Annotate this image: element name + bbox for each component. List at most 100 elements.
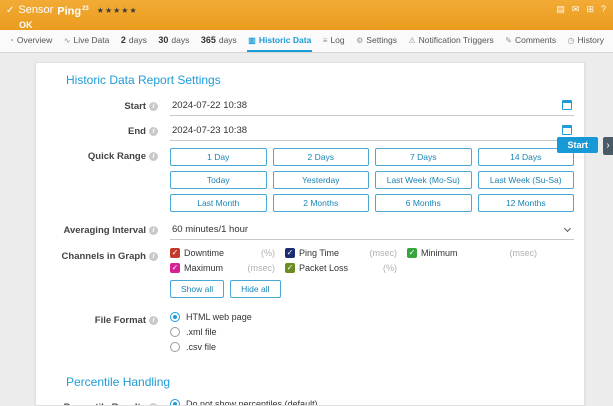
start-report-button[interactable]: Start (557, 137, 598, 153)
end-label: Endi (58, 123, 158, 137)
quick-range-7-days-button[interactable]: 7 Days (375, 148, 472, 166)
radio-selected-icon[interactable] (170, 399, 180, 406)
tab-notification-triggers[interactable]: ⚠ Notification Triggers (408, 30, 495, 52)
tab-historic-data[interactable]: ▥ Historic Data (247, 30, 312, 52)
info-icon[interactable]: i (149, 152, 158, 161)
percentile-results-label: Percentile Resultsi (58, 399, 158, 406)
file-format-option-xml[interactable]: .xml file (170, 327, 574, 337)
quick-range-grid: 1 Day 2 Days 7 Days 14 Days Today Yester… (170, 148, 574, 212)
start-date-row: Starti 2024-07-22 10:38 (58, 98, 574, 116)
tab-label: Overview (17, 35, 52, 45)
quick-range-yesterday-button[interactable]: Yesterday (273, 171, 370, 189)
tab-365-days[interactable]: 365 days (200, 30, 238, 52)
option-label: .xml file (186, 327, 217, 337)
radio-selected-icon[interactable] (170, 312, 180, 322)
collapse-panel-arrow[interactable]: › (603, 137, 613, 155)
info-icon[interactable]: i (149, 127, 158, 136)
tab-label: days (219, 35, 237, 45)
quick-range-12-months-button[interactable]: 12 Months (478, 194, 575, 212)
channel-ping-time[interactable]: ✓ Ping Time (msec) (285, 248, 397, 258)
bell-icon: ⚠ (409, 36, 416, 45)
priority-stars[interactable]: ★★★★★ (97, 4, 138, 17)
channel-minimum[interactable]: ✓ Minimum (msec) (407, 248, 537, 258)
tab-label: Historic Data (259, 35, 311, 45)
channel-name: Maximum (184, 263, 223, 273)
channel-unit: (msec) (248, 263, 276, 273)
info-icon[interactable]: i (149, 252, 158, 261)
gear-icon: ⚙ (356, 36, 363, 45)
quick-range-2-days-button[interactable]: 2 Days (273, 148, 370, 166)
quick-range-2-months-button[interactable]: 2 Months (273, 194, 370, 212)
tab-label: Settings (366, 35, 397, 45)
percentile-results-row: Percentile Resultsi Do not show percenti… (58, 399, 574, 406)
percentile-option-hide[interactable]: Do not show percentiles (default) (170, 399, 574, 406)
info-icon[interactable]: i (149, 226, 158, 235)
tab-log[interactable]: ≡ Log (322, 30, 346, 52)
channels-grid: ✓ Downtime (%) ✓ Ping Time (msec) ✓ Mini… (170, 248, 574, 273)
info-icon[interactable]: i (149, 102, 158, 111)
show-all-button[interactable]: Show all (170, 280, 224, 298)
quick-range-last-week-mo-su-button[interactable]: Last Week (Mo-Su) (375, 171, 472, 189)
averaging-interval-label: Averaging Intervali (58, 222, 158, 236)
new-window-icon[interactable]: ⊞ (586, 4, 594, 15)
file-format-option-html[interactable]: HTML web page (170, 312, 574, 322)
info-icon[interactable]: i (149, 316, 158, 325)
channel-unit: (%) (383, 263, 397, 273)
sensor-status-badge: OK (19, 19, 605, 31)
hide-all-button[interactable]: Hide all (230, 280, 280, 298)
tab-number: 365 (201, 35, 216, 45)
tab-2-days[interactable]: 2 days (120, 30, 148, 52)
tab-label: Live Data (73, 35, 109, 45)
tab-settings[interactable]: ⚙ Settings (355, 30, 398, 52)
start-date-input[interactable]: 2024-07-22 10:38 (170, 98, 574, 116)
channel-packet-loss[interactable]: ✓ Packet Loss (%) (285, 263, 397, 273)
bar-chart-icon: ▥ (248, 36, 256, 45)
channel-name: Packet Loss (299, 263, 348, 273)
tab-label: days (129, 35, 147, 45)
sensor-name: Ping23 (57, 3, 89, 19)
end-date-input[interactable]: 2024-07-23 10:38 (170, 123, 574, 141)
tab-label: Notification Triggers (419, 35, 494, 45)
file-format-row: File Formati HTML web page .xml file .cs… (58, 312, 574, 357)
averaging-interval-row: Averaging Intervali 60 minutes/1 hour (58, 222, 574, 240)
mail-icon[interactable]: ✉ (572, 4, 580, 15)
checkbox-checked-icon[interactable]: ✓ (170, 263, 180, 273)
file-format-option-csv[interactable]: .csv file (170, 342, 574, 352)
clock-icon: ◷ (568, 36, 575, 45)
start-label: Starti (58, 98, 158, 112)
sensor-kind-label: Sensor (18, 4, 53, 17)
quick-range-last-week-su-sa-button[interactable]: Last Week (Su-Sa) (478, 171, 575, 189)
averaging-interval-select[interactable]: 60 minutes/1 hour (170, 222, 574, 240)
calendar-icon[interactable] (562, 125, 572, 135)
tab-comments[interactable]: ✎ Comments (504, 30, 557, 52)
quick-range-1-day-button[interactable]: 1 Day (170, 148, 267, 166)
tab-live-data[interactable]: ∿ Live Data (63, 30, 111, 52)
checkbox-checked-icon[interactable]: ✓ (285, 263, 295, 273)
option-label: .csv file (186, 342, 216, 352)
header-toolbar: ▤ ✉ ⊞ ? (556, 4, 606, 15)
gauge-icon: ◔ (9, 36, 14, 45)
channel-downtime[interactable]: ✓ Downtime (%) (170, 248, 275, 258)
radio-icon[interactable] (170, 327, 180, 337)
chevron-down-icon (564, 225, 571, 232)
checkbox-checked-icon[interactable]: ✓ (170, 248, 180, 258)
tab-30-days[interactable]: 30 days (157, 30, 190, 52)
quick-range-6-months-button[interactable]: 6 Months (375, 194, 472, 212)
live-graph-icon: ∿ (64, 36, 71, 45)
tab-history[interactable]: ◷ History (567, 30, 605, 52)
checkbox-checked-icon[interactable]: ✓ (407, 248, 417, 258)
channel-maximum[interactable]: ✓ Maximum (msec) (170, 263, 275, 273)
tab-number: 2 (121, 35, 126, 45)
calendar-icon[interactable] (562, 100, 572, 110)
quick-range-today-button[interactable]: Today (170, 171, 267, 189)
channel-name: Minimum (421, 248, 458, 258)
tab-overview[interactable]: ◔ Overview (8, 30, 53, 52)
report-icon[interactable]: ▤ (556, 4, 565, 15)
quick-range-last-month-button[interactable]: Last Month (170, 194, 267, 212)
status-check-icon: ✓ (6, 4, 14, 17)
checkbox-checked-icon[interactable]: ✓ (285, 248, 295, 258)
option-label: Do not show percentiles (default) (186, 399, 318, 406)
radio-icon[interactable] (170, 342, 180, 352)
averaging-interval-value: 60 minutes/1 hour (172, 224, 248, 235)
help-icon[interactable]: ? (601, 4, 606, 15)
